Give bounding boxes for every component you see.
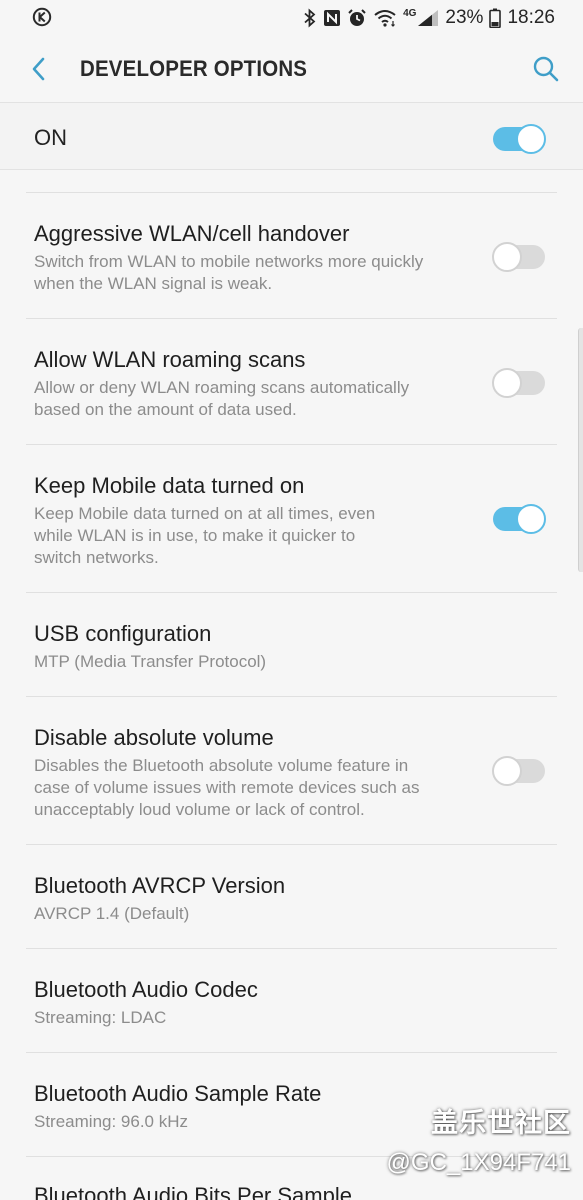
switch-thumb <box>516 504 546 534</box>
alarm-icon <box>347 8 367 28</box>
setting-summary: MTP (Media Transfer Protocol) <box>34 651 474 673</box>
status-icons: 4G 23% 18:26 <box>303 6 555 30</box>
summary-line: unacceptably loud volume or lack of cont… <box>34 800 365 819</box>
scroll-indicator[interactable] <box>578 328 583 572</box>
setting-bluetooth-audio-codec[interactable]: Bluetooth Audio Codec Streaming: LDAC <box>0 949 583 1053</box>
summary-line: switch networks. <box>34 548 159 567</box>
disable-absolute-volume-switch[interactable] <box>492 755 546 786</box>
setting-disable-absolute-volume[interactable]: Disable absolute volume Disables the Blu… <box>0 697 583 845</box>
search-button[interactable] <box>529 52 563 86</box>
page-title: DEVELOPER OPTIONS <box>80 56 308 81</box>
master-toggle-row[interactable]: ON <box>0 102 583 170</box>
summary-line: MTP (Media Transfer Protocol) <box>34 652 267 671</box>
settings-list: Aggressive WLAN/cell handover Switch fro… <box>0 192 583 1200</box>
setting-summary: AVRCP 1.4 (Default) <box>34 903 474 925</box>
watermark-user-id: @GC_1X94F741 <box>386 1149 571 1176</box>
setting-title: Disable absolute volume <box>34 725 274 750</box>
bluetooth-icon <box>303 8 317 28</box>
setting-keep-mobile-data[interactable]: Keep Mobile data turned on Keep Mobile d… <box>0 445 583 593</box>
summary-line: while WLAN is in use, to make it quicker… <box>34 526 356 545</box>
setting-summary: Switch from WLAN to mobile networks more… <box>34 251 474 295</box>
search-icon <box>533 56 559 82</box>
nfc-icon <box>323 9 341 27</box>
summary-line: when the WLAN signal is weak. <box>34 274 273 293</box>
clock: 18:26 <box>507 7 555 28</box>
summary-line: Streaming: LDAC <box>34 1008 167 1027</box>
wifi-icon <box>373 8 397 28</box>
setting-title: Bluetooth Audio Codec <box>34 977 258 1002</box>
keep-mobile-data-switch[interactable] <box>492 503 546 534</box>
battery-icon <box>489 8 502 28</box>
summary-line: based on the amount of data used. <box>34 400 297 419</box>
app-bar: DEVELOPER OPTIONS <box>0 36 583 102</box>
summary-line: Allow or deny WLAN roaming scans automat… <box>34 378 410 397</box>
switch-thumb <box>492 242 522 272</box>
summary-line: AVRCP 1.4 (Default) <box>34 904 190 923</box>
setting-bluetooth-avrcp-version[interactable]: Bluetooth AVRCP Version AVRCP 1.4 (Defau… <box>0 845 583 949</box>
master-toggle-label: ON <box>34 125 67 150</box>
setting-title: Aggressive WLAN/cell handover <box>34 221 350 246</box>
setting-summary: Disables the Bluetooth absolute volume f… <box>34 755 474 821</box>
summary-line: Switch from WLAN to mobile networks more… <box>34 252 424 271</box>
watermark: 盖乐世社区 @GC_1X94F741 <box>387 1106 571 1178</box>
switch-thumb <box>516 124 546 154</box>
setting-summary: Keep Mobile data turned on at all times,… <box>34 503 474 569</box>
switch-thumb <box>492 756 522 786</box>
setting-roaming-scans[interactable]: Allow WLAN roaming scans Allow or deny W… <box>0 319 583 445</box>
network-label: 4G <box>403 8 417 19</box>
setting-title: Allow WLAN roaming scans <box>34 347 306 372</box>
setting-title: Bluetooth Audio Bits Per Sample <box>34 1183 352 1200</box>
watermark-logo-text: 盖乐世社区 <box>431 1108 571 1138</box>
master-toggle-switch[interactable] <box>492 123 546 154</box>
summary-line: Disables the Bluetooth absolute volume f… <box>34 756 409 775</box>
status-bar: 4G 23% 18:26 <box>0 0 583 36</box>
setting-summary: Allow or deny WLAN roaming scans automat… <box>34 377 474 421</box>
setting-title: Bluetooth Audio Sample Rate <box>34 1081 322 1106</box>
aggressive-handover-switch[interactable] <box>492 241 546 272</box>
setting-title: Keep Mobile data turned on <box>34 473 305 498</box>
battery-percent: 23% <box>445 7 484 28</box>
signal-icon: 4G <box>403 9 439 27</box>
summary-line: Keep Mobile data turned on at all times,… <box>34 504 376 523</box>
setting-title: Bluetooth AVRCP Version <box>34 873 286 898</box>
setting-summary: Streaming: LDAC <box>34 1007 474 1029</box>
k-app-icon <box>32 7 52 27</box>
setting-aggressive-handover[interactable]: Aggressive WLAN/cell handover Switch fro… <box>0 193 583 319</box>
chevron-left-icon <box>32 57 45 81</box>
setting-title: USB configuration <box>34 621 212 646</box>
switch-thumb <box>492 368 522 398</box>
back-button[interactable] <box>22 52 56 86</box>
roaming-scans-switch[interactable] <box>492 367 546 398</box>
summary-line: case of volume issues with remote device… <box>34 778 420 797</box>
setting-usb-configuration[interactable]: USB configuration MTP (Media Transfer Pr… <box>0 593 583 697</box>
